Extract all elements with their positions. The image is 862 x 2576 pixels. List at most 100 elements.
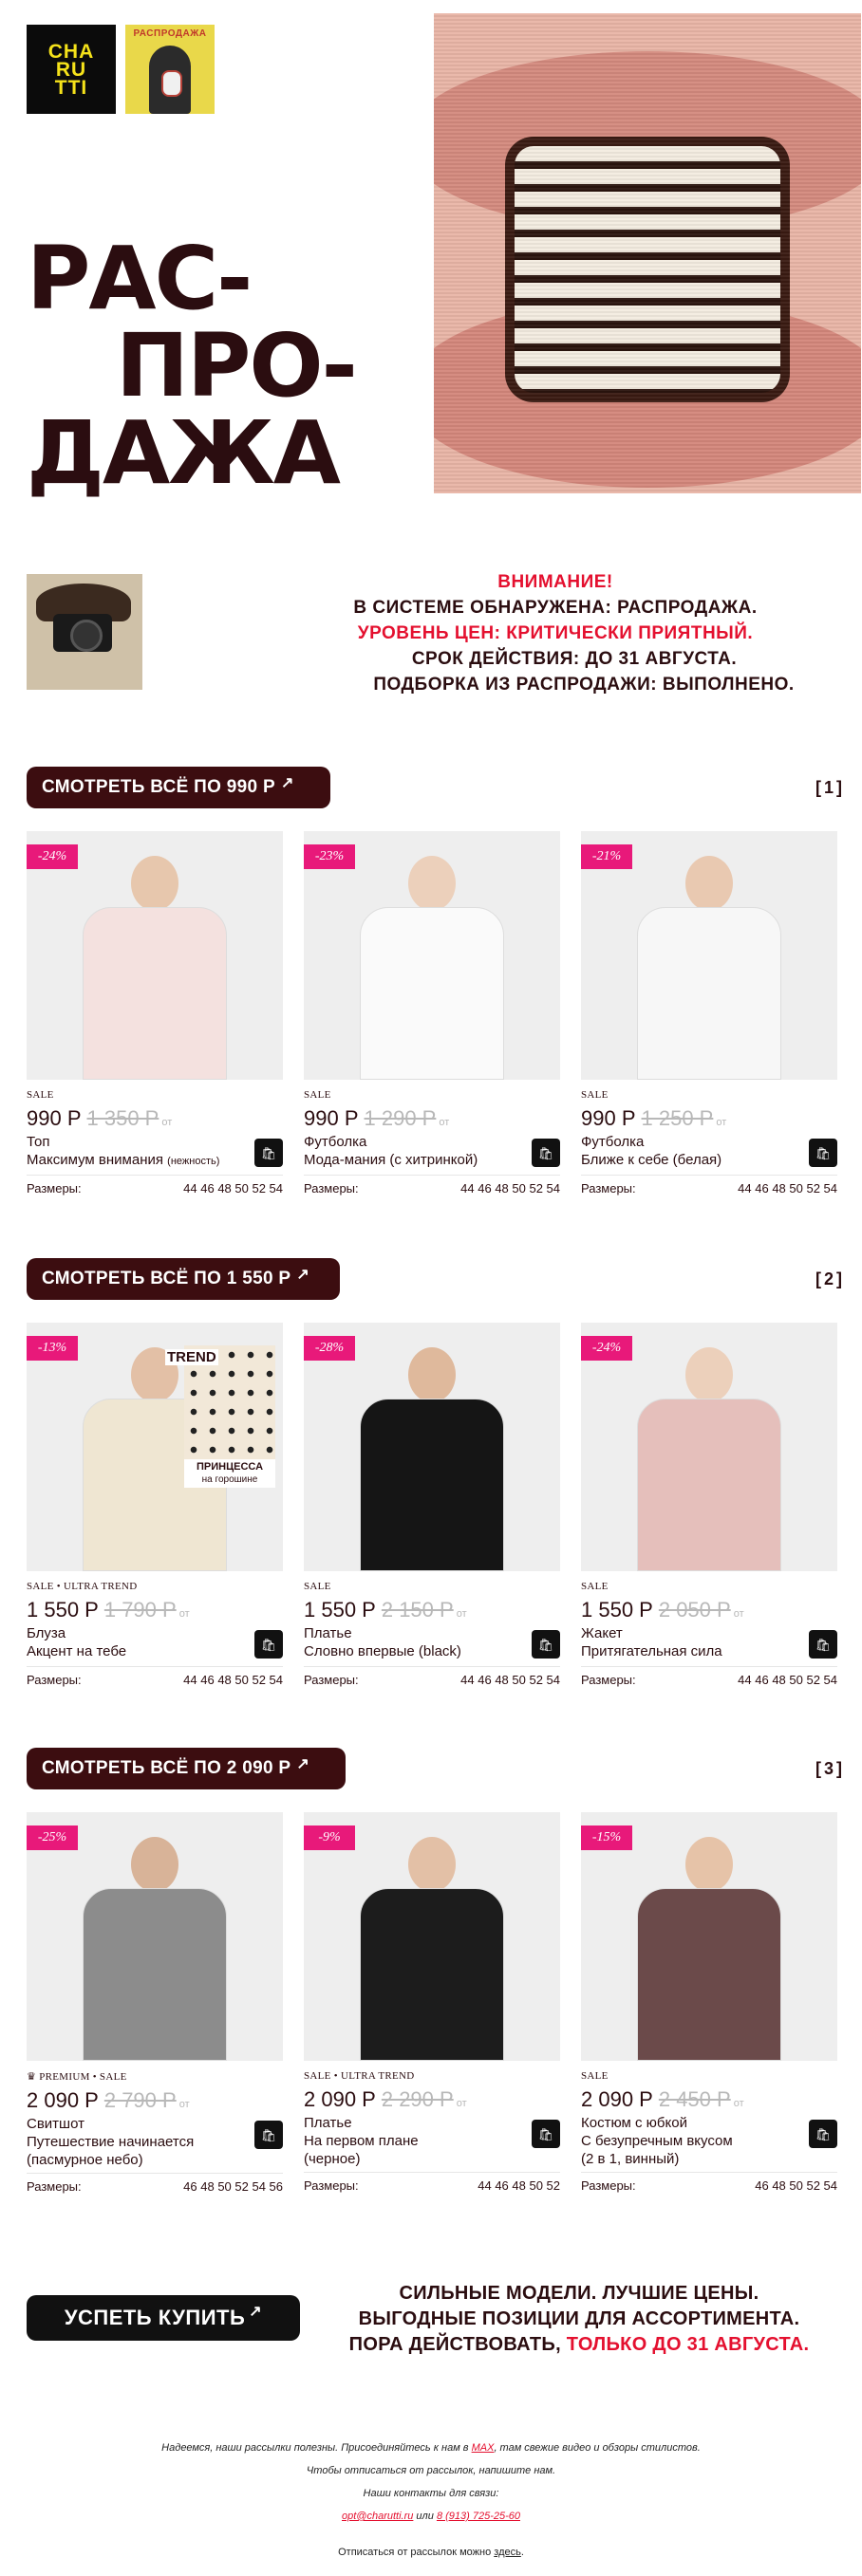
footer-text: Отписаться от рассылок можно [338, 2547, 495, 2558]
shopping-bag-icon[interactable]: 🛍 [254, 2121, 283, 2149]
arrow-up-right-icon: ↗ [296, 1756, 310, 1772]
phone-link[interactable]: 8 (913) 725-25-60 [437, 2511, 520, 2522]
model-outfit [637, 1399, 781, 1571]
model-head [685, 856, 733, 911]
brand-logo-text: CHA RU TTI [47, 40, 95, 99]
product-type: Платье [304, 1625, 352, 1641]
arrow-up-right-icon: ↗ [249, 2304, 263, 2320]
footer-line: opt@charutti.ru или 8 (913) 725-25-60 [0, 2505, 862, 2528]
shopping-bag-icon[interactable]: 🛍 [809, 1139, 837, 1167]
product-type: Костюм с юбкой [581, 2115, 687, 2131]
hero-scanlines [434, 13, 861, 493]
trend-caption-sub: на горошине [201, 1474, 258, 1485]
footer-line: Отписаться от рассылок можно здесь. [0, 2541, 862, 2564]
slogan-deadline: ТОЛЬКО ДО 31 АВГУСТА. [566, 2334, 810, 2355]
shopping-bag-icon[interactable]: 🛍 [254, 1139, 283, 1167]
model-outfit [360, 907, 504, 1080]
product-card[interactable]: -28% SALE 1 550 Р2 150 Рот Платье Словно впе… [304, 1323, 560, 1687]
product-name: Мода-мания (с хитринкой) [304, 1152, 478, 1168]
price-from-label: от [456, 2098, 467, 2109]
model-outfit [360, 1399, 504, 1571]
product-type: Топ [27, 1134, 50, 1150]
product-tag: ♛ PREMIUM • SALE [27, 2071, 127, 2083]
product-photo[interactable]: -24% [581, 1323, 837, 1571]
trend-sticker: TREND ПРИНЦЕССА на горошине [165, 1345, 275, 1488]
product-photo[interactable]: -23% [304, 831, 560, 1080]
buy-now-button[interactable]: УСПЕТЬ КУПИТЬ ↗ [27, 2295, 300, 2341]
old-price: 2 150 Р [381, 1598, 454, 1622]
product-card[interactable]: -21% SALE 990 Р1 250 Рот Футболка Ближе к се… [581, 831, 837, 1195]
title-line: ПРО- [116, 315, 358, 417]
product-prices: 990 Р1 350 Рот [27, 1106, 283, 1131]
brand-logo[interactable]: CHA RU TTI [27, 25, 116, 114]
price-from-label: от [733, 1608, 744, 1620]
shopping-bag-icon[interactable]: 🛍 [532, 1139, 560, 1167]
product-photo[interactable]: -24% [27, 831, 283, 1080]
shopping-bag-icon[interactable]: 🛍 [809, 1630, 837, 1659]
arrow-up-right-icon: ↗ [296, 1267, 310, 1283]
product-subtitle: Ближе к себе (белая) [581, 1151, 805, 1169]
view-all-label: СМОТРЕТЬ ВСЁ ПО 1 550 Р [42, 1269, 291, 1288]
product-subtitle: Притягательная сила [581, 1642, 805, 1660]
product-card[interactable]: -24% SALE 990 Р1 350 Рот Топ Максимум вниман… [27, 831, 283, 1195]
product-card[interactable]: -25% ♛ PREMIUM • SALE 2 090 Р2 790 Рот Свит… [27, 1812, 283, 2194]
old-price: 1 350 Р [86, 1106, 159, 1130]
product-photo[interactable]: TREND ПРИНЦЕССА на горошине -13% [27, 1323, 283, 1571]
model-head [685, 1837, 733, 1892]
model-head [131, 1837, 178, 1892]
model-figure [360, 1837, 504, 2061]
footer: Надеемся, наши рассылки полезны. Присоед… [0, 2437, 862, 2564]
discount-badge: -28% [304, 1336, 355, 1361]
product-card[interactable]: -9% SALE • ULTRA TREND 2 090 Р2 290 Рот Пла… [304, 1812, 560, 2193]
price-from-label: от [178, 2099, 190, 2110]
shopping-bag-icon[interactable]: 🛍 [254, 1630, 283, 1659]
product-card[interactable]: -24% SALE 1 550 Р2 050 Рот Жакет Притягатель… [581, 1323, 837, 1687]
view-all-button[interactable]: СМОТРЕТЬ ВСЁ ПО 1 550 Р ↗ [27, 1258, 340, 1300]
price: 990 Р [581, 1106, 636, 1130]
product-subtitle: С безупречным вкусом [581, 2132, 805, 2150]
product-name: На первом плане [304, 2133, 419, 2149]
price-from-label: от [178, 1608, 190, 1620]
product-info: Футболка Ближе к себе (белая) 🛍 [581, 1133, 837, 1171]
product-photo[interactable]: -25% [27, 1812, 283, 2061]
product-card[interactable]: -23% SALE 990 Р1 290 Рот Футболка Мода-мания… [304, 831, 560, 1195]
product-type: Футболка [304, 1134, 367, 1150]
product-subtitle: На первом плане [304, 2132, 528, 2150]
view-all-button[interactable]: СМОТРЕТЬ ВСЁ ПО 2 090 Р ↗ [27, 1748, 346, 1789]
model-outfit [637, 907, 781, 1080]
product-sizes: Размеры: 44 46 48 50 52 54 [581, 1666, 837, 1687]
product-card[interactable]: -15% SALE 2 090 Р2 450 Рот Костюм с юбкой С … [581, 1812, 837, 2193]
promo-thumbnail[interactable]: РАСПРОДАЖА [125, 25, 215, 114]
product-sizes: Размеры: 44 46 48 50 52 54 [27, 1666, 283, 1687]
model-head [408, 1347, 456, 1402]
view-all-button[interactable]: СМОТРЕТЬ ВСЁ ПО 990 Р ↗ [27, 767, 330, 808]
shopping-bag-icon[interactable]: 🛍 [532, 2120, 560, 2148]
product-photo[interactable]: -15% [581, 1812, 837, 2061]
footer-text: , там свежие видео и обзоры стилистов. [494, 2442, 701, 2454]
price-from-label: от [456, 1608, 467, 1620]
sizes-label: Размеры: [304, 2178, 359, 2193]
shopping-bag-icon[interactable]: 🛍 [809, 2120, 837, 2148]
product-photo[interactable]: -28% [304, 1323, 560, 1571]
price: 2 090 Р [27, 2088, 99, 2112]
promo-mouth-shape [161, 70, 182, 97]
model-outfit [637, 1888, 781, 2061]
product-subtitle: Путешествие начинается [27, 2133, 251, 2151]
price: 990 Р [304, 1106, 359, 1130]
price-from-label: от [439, 1117, 450, 1128]
unsubscribe-link[interactable]: здесь [494, 2547, 521, 2558]
max-link[interactable]: MAX [472, 2442, 495, 2454]
product-card[interactable]: TREND ПРИНЦЕССА на горошине -13% SALE • ULTR… [27, 1323, 283, 1687]
product-photo[interactable]: -9% [304, 1812, 560, 2061]
product-photo[interactable]: -21% [581, 831, 837, 1080]
product-prices: 990 Р1 290 Рот [304, 1106, 560, 1131]
product-name: Словно впервые (black) [304, 1643, 461, 1659]
sizes-values: 44 46 48 50 52 54 [183, 1673, 283, 1687]
email-link[interactable]: opt@charutti.ru [342, 2511, 413, 2522]
sizes-values: 44 46 48 50 52 54 [183, 1181, 283, 1195]
view-all-label: СМОТРЕТЬ ВСЁ ПО 990 Р [42, 777, 275, 797]
slogan-line: ВЫГОДНЫЕ ПОЗИЦИИ ДЛЯ АССОРТИМЕНТА. [358, 2308, 800, 2329]
model-figure [360, 856, 504, 1080]
slogan-text: ПОРА ДЕЙСТВОВАТЬ, [348, 2334, 567, 2355]
shopping-bag-icon[interactable]: 🛍 [532, 1630, 560, 1659]
